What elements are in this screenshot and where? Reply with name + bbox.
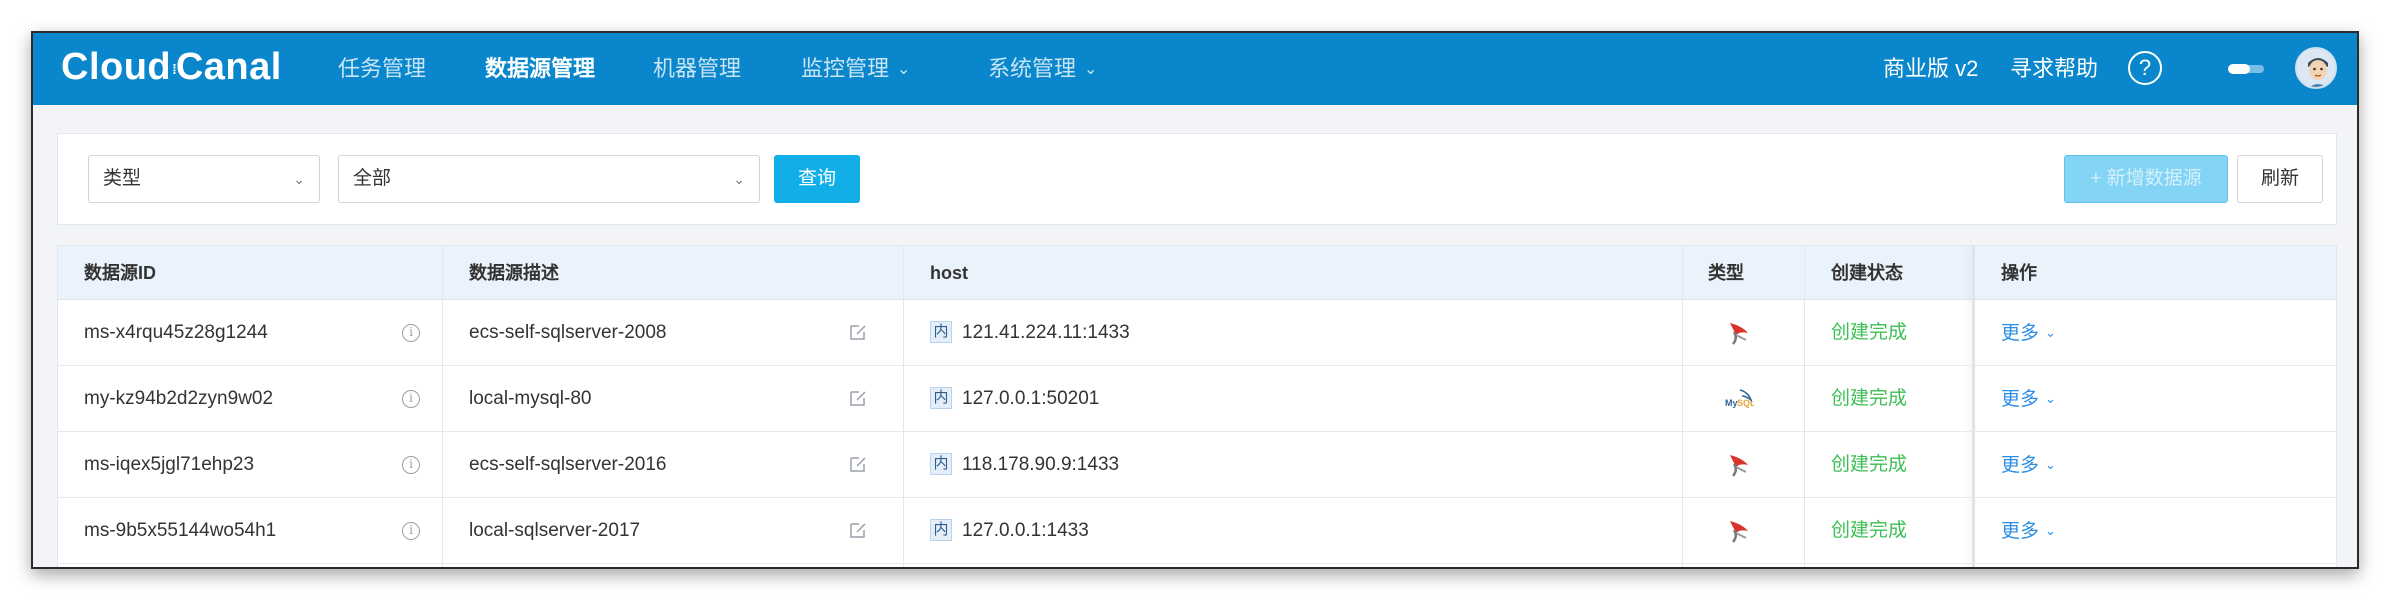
logo-text-right: Canal <box>175 46 282 88</box>
host-address: 121.41.224.11:1433 <box>962 322 1130 343</box>
more-dropdown[interactable]: 更多 ⌄ <box>2001 300 2056 366</box>
nav-item-machines[interactable]: 机器管理 <box>653 55 741 83</box>
value-select[interactable]: 全部 ⌄ <box>338 155 760 203</box>
more-label: 更多 <box>2001 323 2040 344</box>
value-select-value: 全部 <box>353 168 392 189</box>
status-text: 创建完成 <box>1831 322 1908 343</box>
nav-item-label: 机器管理 <box>653 56 742 81</box>
datasource-id[interactable]: my-kz94b2d2zyn9w02 <box>84 366 273 432</box>
nav-item-system[interactable]: 系统管理 ⌄ <box>988 55 1097 84</box>
svg-text:My: My <box>1725 398 1738 408</box>
table-header: 数据源ID 数据源描述 host 类型 创建状态 操作 <box>58 246 2336 300</box>
datasource-desc: ecs-self-sqlserver-2016 <box>469 454 667 475</box>
more-label: 更多 <box>2001 455 2040 476</box>
chevron-down-icon: ⌄ <box>2045 457 2056 472</box>
internal-tag: 内 <box>930 321 952 343</box>
type-select-value: 类型 <box>103 168 142 189</box>
header-desc[interactable]: 数据源描述 <box>469 246 559 300</box>
datasource-desc: local-mysql-80 <box>469 388 592 409</box>
more-dropdown[interactable]: 更多 ⌄ <box>2001 432 2056 498</box>
query-button[interactable]: 查询 <box>774 155 860 203</box>
more-label: 更多 <box>2001 521 2040 542</box>
datasource-desc: local-sqlserver-2017 <box>469 520 641 541</box>
host-address: 127.0.0.1:50201 <box>962 388 1100 409</box>
top-nav: Cloud⁞Canal 任务管理 数据源管理 机器管理 监控管理 ⌄ 系统管理 ⌄ … <box>33 33 2357 105</box>
chevron-down-icon: ⌄ <box>2045 325 2056 340</box>
nav-item-label: 数据源管理 <box>485 56 596 81</box>
internal-tag: 内 <box>930 453 952 475</box>
host-address: 118.178.90.9:1433 <box>962 454 1120 475</box>
nav-item-monitoring[interactable]: 监控管理 ⌄ <box>801 55 910 84</box>
datasource-table: 数据源ID 数据源描述 host 类型 创建状态 操作 ms-x4rqu45z2… <box>57 245 2337 567</box>
header-status[interactable]: 创建状态 <box>1831 246 1903 300</box>
sqlserver-icon <box>1730 521 1748 543</box>
nav-item-label: 系统管理 <box>988 56 1077 81</box>
sqlserver-icon <box>1730 323 1748 345</box>
help-link[interactable]: 寻求帮助 <box>2010 55 2098 83</box>
logo-text-left: Cloud <box>61 46 172 88</box>
table-row: ms-9b5x55144wo54h1 i local-sqlserver-201… <box>58 498 2336 564</box>
header-ops: 操作 <box>2001 263 2037 283</box>
app-window: Cloud⁞Canal 任务管理 数据源管理 机器管理 监控管理 ⌄ 系统管理 ⌄ … <box>31 31 2359 569</box>
avatar[interactable] <box>2295 47 2337 89</box>
type-select[interactable]: 类型 ⌄ <box>88 155 320 203</box>
host-address: 127.0.0.1:1433 <box>962 520 1089 541</box>
header-host[interactable]: host <box>930 246 968 300</box>
datasource-desc: ecs-self-sqlserver-2008 <box>469 322 667 343</box>
edit-icon[interactable] <box>848 520 868 540</box>
nav-item-label: 监控管理 <box>801 56 890 81</box>
datasource-id[interactable]: ms-iqex5jgl71ehp23 <box>84 432 254 498</box>
logo[interactable]: Cloud⁞Canal <box>61 47 282 89</box>
internal-tag: 内 <box>930 387 952 409</box>
edit-icon[interactable] <box>848 454 868 474</box>
datasource-id[interactable]: ms-9b5x55144wo54h1 <box>84 498 276 564</box>
table-row: ms-x4rqu45z28g1244 i ecs-self-sqlserver-… <box>58 300 2336 366</box>
nav-item-label: 任务管理 <box>338 56 427 81</box>
chevron-down-icon: ⌄ <box>2045 523 2056 538</box>
chevron-down-icon: ⌄ <box>1084 61 1098 78</box>
info-icon[interactable]: i <box>402 390 420 408</box>
refresh-button[interactable]: 刷新 <box>2237 155 2323 203</box>
chevron-down-icon: ⌄ <box>733 171 745 187</box>
edit-icon[interactable] <box>848 322 868 342</box>
more-label: 更多 <box>2001 389 2040 410</box>
edition-label[interactable]: 商业版 v2 <box>1883 55 1978 83</box>
status-text: 创建完成 <box>1831 388 1908 409</box>
edit-icon[interactable] <box>848 388 868 408</box>
logo-separator-icon: ⁞ <box>172 60 176 77</box>
toggle-knob <box>2228 64 2250 74</box>
nav-item-datasources[interactable]: 数据源管理 <box>485 55 595 83</box>
more-dropdown[interactable]: 更多 ⌄ <box>2001 366 2056 432</box>
chevron-down-icon: ⌄ <box>897 61 911 78</box>
mysql-icon: My SQL <box>1725 389 1754 408</box>
info-icon[interactable]: i <box>402 324 420 342</box>
header-type[interactable]: 类型 <box>1708 246 1744 300</box>
user-avatar-icon <box>2297 49 2335 87</box>
help-icon[interactable]: ? <box>2128 51 2162 85</box>
more-dropdown[interactable]: 更多 ⌄ <box>2001 498 2056 564</box>
table-row: ms-iqex5jgl71ehp23 i ecs-self-sqlserver-… <box>58 432 2336 498</box>
status-text: 创建完成 <box>1831 520 1908 541</box>
info-icon[interactable]: i <box>402 522 420 540</box>
info-icon[interactable]: i <box>402 456 420 474</box>
chevron-down-icon: ⌄ <box>2045 391 2056 406</box>
theme-toggle[interactable] <box>2228 64 2264 74</box>
status-text: 创建完成 <box>1831 454 1908 475</box>
add-datasource-button[interactable]: + 新增数据源 <box>2064 155 2228 203</box>
sqlserver-icon <box>1730 455 1748 477</box>
nav-item-tasks[interactable]: 任务管理 <box>338 55 426 83</box>
filter-panel: 类型 ⌄ 全部 ⌄ 查询 + 新增数据源 刷新 <box>57 133 2337 225</box>
table-row: my-kz94b2d2zyn9w02 i local-mysql-80 内 12… <box>58 366 2336 432</box>
header-id[interactable]: 数据源ID <box>84 246 156 300</box>
internal-tag: 内 <box>930 519 952 541</box>
datasource-id[interactable]: ms-x4rqu45z28g1244 <box>84 300 268 366</box>
chevron-down-icon: ⌄ <box>293 171 305 187</box>
